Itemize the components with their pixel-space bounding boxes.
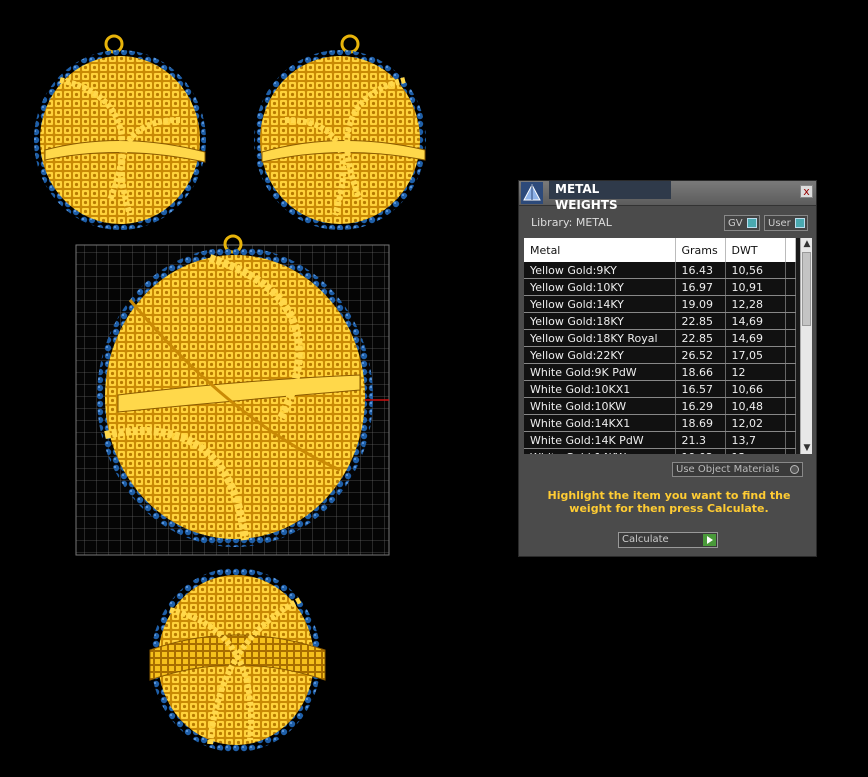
- cell-dwt: 10,66: [725, 380, 786, 398]
- cell-spacer: [785, 329, 796, 347]
- cell-grams: 16.43: [675, 262, 726, 279]
- scroll-up-icon[interactable]: ▲: [801, 238, 812, 250]
- metal-row[interactable]: Yellow Gold:22KY 26.52 17,05: [524, 346, 796, 364]
- list-scrollbar[interactable]: ▲ ▼: [800, 238, 812, 454]
- cell-grams: 16.57: [675, 380, 726, 398]
- cell-grams: 22.85: [675, 329, 726, 347]
- cell-spacer: [785, 312, 796, 330]
- calculate-button[interactable]: Calculate: [618, 532, 718, 548]
- cell-dwt: 14,69: [725, 329, 786, 347]
- cell-spacer: [785, 295, 796, 313]
- cell-grams: 22.85: [675, 312, 726, 330]
- cell-metal: White Gold:14K PdW: [524, 431, 676, 449]
- metal-row[interactable]: White Gold:14KX1 18.69 12,02: [524, 414, 796, 432]
- metal-row[interactable]: White Gold:9K PdW 18.66 12: [524, 363, 796, 381]
- cell-grams: 16.97: [675, 278, 726, 296]
- cell-dwt: 10,48: [725, 397, 786, 415]
- metal-list[interactable]: Metal Grams DWT Yellow Gold:9KY 16.43 10,5…: [524, 238, 812, 454]
- cell-dwt: 10,91: [725, 278, 786, 296]
- cell-dwt: 12: [725, 363, 786, 381]
- metal-row[interactable]: Yellow Gold:9KY 16.43 10,56: [524, 262, 796, 279]
- column-header-dwt[interactable]: DWT: [725, 238, 786, 262]
- metal-row[interactable]: White Gold:10KW 16.29 10,48: [524, 397, 796, 415]
- cell-metal: Yellow Gold:14KY: [524, 295, 676, 313]
- close-icon[interactable]: x: [800, 185, 813, 198]
- cell-metal: Yellow Gold:9KY: [524, 262, 676, 279]
- cell-dwt: 12,28: [725, 295, 786, 313]
- cell-dwt: 10,56: [725, 262, 786, 279]
- cell-grams: 18.69: [675, 414, 726, 432]
- radio-icon: [790, 465, 799, 474]
- cell-metal: Yellow Gold:10KY: [524, 278, 676, 296]
- metal-row[interactable]: White Gold:14K PdW 21.3 13,7: [524, 431, 796, 449]
- cell-spacer: [785, 414, 796, 432]
- pendant-render-top-right: [254, 34, 426, 230]
- cell-dwt: 14,69: [725, 312, 786, 330]
- metal-weights-panel: METAL WEIGHTS x Library: METAL GV User M…: [518, 180, 817, 557]
- user-label: User: [768, 218, 791, 229]
- cell-grams: 26.52: [675, 346, 726, 364]
- cell-spacer: [785, 346, 796, 364]
- cell-metal: White Gold:14KW: [524, 448, 676, 454]
- column-header-spacer: [785, 238, 796, 262]
- cell-spacer: [785, 431, 796, 449]
- cell-metal: White Gold:14KX1: [524, 414, 676, 432]
- metal-row[interactable]: White Gold:10KX1 16.57 10,66: [524, 380, 796, 398]
- cell-spacer: [785, 380, 796, 398]
- panel-title: METAL WEIGHTS: [549, 181, 671, 212]
- cell-dwt: 12,02: [725, 414, 786, 432]
- scroll-thumb[interactable]: [802, 252, 811, 326]
- cell-spacer: [785, 397, 796, 415]
- cell-spacer: [785, 262, 796, 279]
- table-header-row: Metal Grams DWT: [524, 238, 796, 262]
- cell-grams: 19.02: [675, 448, 726, 454]
- pendant-render-top-left: [34, 34, 206, 230]
- scroll-down-icon[interactable]: ▼: [801, 442, 812, 454]
- use-object-materials-label: Use Object Materials: [676, 464, 780, 475]
- pendant-render-bottom: [149, 568, 326, 752]
- metal-row[interactable]: White Gold:14KW19.0212: [524, 448, 796, 454]
- cell-spacer: [785, 363, 796, 381]
- panel-titlebar[interactable]: METAL WEIGHTS x: [519, 181, 816, 212]
- metal-row[interactable]: Yellow Gold:10KY 16.97 10,91: [524, 278, 796, 296]
- metal-row[interactable]: Yellow Gold:14KY 19.09 12,28: [524, 295, 796, 313]
- library-label: Library: METAL: [531, 216, 612, 229]
- cell-spacer: [785, 448, 796, 454]
- cell-dwt: 17,05: [725, 346, 786, 364]
- instruction-text: Highlight the item you want to find the …: [547, 489, 791, 515]
- toggle-knob-icon: [795, 218, 805, 228]
- use-object-materials-toggle[interactable]: Use Object Materials: [672, 462, 803, 477]
- cell-grams: 18.66: [675, 363, 726, 381]
- cell-grams: 19.09: [675, 295, 726, 313]
- calculate-label: Calculate: [622, 534, 669, 545]
- metal-row[interactable]: Yellow Gold:18KY 22.85 14,69: [524, 312, 796, 330]
- cell-grams: 21.3: [675, 431, 726, 449]
- metal-table: Metal Grams DWT Yellow Gold:9KY 16.43 10,5…: [524, 238, 796, 454]
- metal-row[interactable]: Yellow Gold:18KY Royal 22.85 14,69: [524, 329, 796, 347]
- gv-label: GV: [728, 218, 743, 229]
- cell-metal: Yellow Gold:18KY: [524, 312, 676, 330]
- user-toggle[interactable]: User: [764, 215, 808, 231]
- toggle-knob-icon: [747, 218, 757, 228]
- gv-toggle[interactable]: GV: [724, 215, 760, 231]
- cell-metal: White Gold:10KX1: [524, 380, 676, 398]
- cell-dwt: 12: [725, 448, 786, 454]
- cell-metal: White Gold:10KW: [524, 397, 676, 415]
- cell-dwt: 13,7: [725, 431, 786, 449]
- column-header-metal[interactable]: Metal: [524, 238, 676, 262]
- front-view-grid: [75, 234, 390, 556]
- cell-metal: White Gold:9K PdW: [524, 363, 676, 381]
- column-header-grams[interactable]: Grams: [675, 238, 726, 262]
- cell-metal: Yellow Gold:22KY: [524, 346, 676, 364]
- rhino-pyramid-icon: [521, 182, 543, 204]
- cell-spacer: [785, 278, 796, 296]
- play-icon: [703, 534, 716, 546]
- cell-grams: 16.29: [675, 397, 726, 415]
- cell-metal: Yellow Gold:18KY Royal: [524, 329, 676, 347]
